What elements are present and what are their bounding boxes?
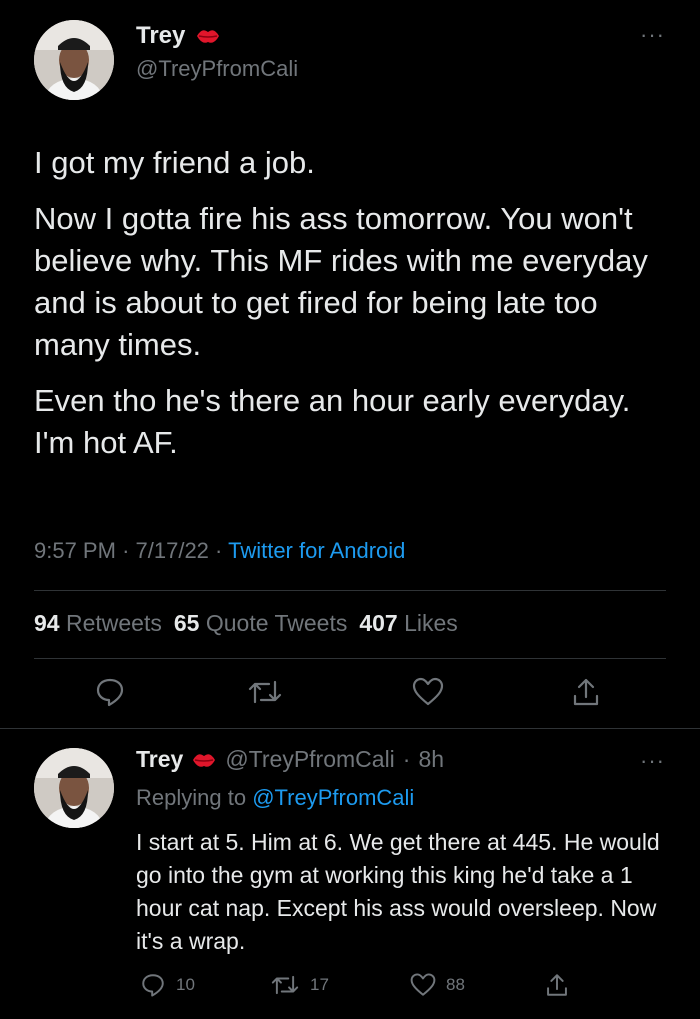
avatar[interactable] bbox=[34, 20, 114, 100]
retweet-icon bbox=[271, 975, 299, 995]
retweet-icon[interactable] bbox=[247, 676, 283, 708]
reply-author-name[interactable]: Trey bbox=[136, 746, 183, 773]
retweet-action[interactable]: 17 bbox=[270, 972, 329, 998]
tweet-text: I got my friend a job. Now I gotta fire … bbox=[34, 142, 674, 478]
reply-count: 10 bbox=[176, 975, 195, 994]
heart-icon[interactable] bbox=[412, 676, 444, 708]
like-count: 88 bbox=[446, 975, 465, 994]
tweet-actions bbox=[0, 676, 700, 716]
tweet-stats: 94 Retweets 65 Quote Tweets 407 Likes bbox=[34, 610, 458, 637]
separator: · bbox=[122, 538, 136, 563]
reply-action[interactable]: 10 bbox=[140, 972, 195, 998]
reply-header: Trey @TreyPfromCali · 8h bbox=[136, 746, 444, 773]
author-handle[interactable]: @TreyPfromCali bbox=[136, 56, 298, 82]
quotes-label: Quote Tweets bbox=[205, 610, 348, 636]
retweet-count: 17 bbox=[310, 975, 329, 994]
replying-prefix: Replying to bbox=[136, 785, 247, 810]
retweets-label: Retweets bbox=[65, 610, 162, 636]
tweet-paragraph: Even tho he's there an hour early everyd… bbox=[34, 383, 631, 460]
tweet-meta: 9:57 PM · 7/17/22 · Twitter for Android bbox=[34, 538, 405, 564]
share-icon bbox=[547, 974, 567, 996]
quotes-count: 65 bbox=[173, 610, 200, 636]
likes-label: Likes bbox=[404, 610, 458, 636]
likes-stat[interactable]: 407 Likes bbox=[359, 610, 457, 637]
reply-text: I start at 5. Him at 6. We get there at … bbox=[136, 829, 660, 954]
tweet-paragraph: I got my friend a job. bbox=[34, 145, 315, 180]
share-icon[interactable] bbox=[570, 676, 602, 708]
tweet-separator bbox=[0, 728, 700, 729]
divider bbox=[34, 658, 666, 659]
avatar-image bbox=[34, 20, 114, 100]
avatar-image bbox=[34, 748, 114, 828]
reply-icon[interactable] bbox=[94, 676, 126, 708]
reply-author-handle[interactable]: @TreyPfromCali bbox=[225, 746, 394, 773]
retweets-stat[interactable]: 94 Retweets bbox=[34, 610, 162, 637]
tweet-source[interactable]: Twitter for Android bbox=[228, 538, 405, 563]
kiss-lips-emoji-icon bbox=[197, 30, 220, 43]
separator: · bbox=[402, 746, 411, 772]
replying-handle[interactable]: @TreyPfromCali bbox=[252, 785, 414, 810]
more-dots-icon[interactable]: ··· bbox=[640, 24, 665, 46]
reply-icon bbox=[142, 974, 164, 997]
reply-avatar[interactable] bbox=[34, 748, 114, 828]
author-name[interactable]: Trey bbox=[136, 22, 185, 50]
retweets-count: 94 bbox=[34, 610, 60, 636]
like-action[interactable]: 88 bbox=[410, 972, 465, 998]
reply-time[interactable]: 8h bbox=[418, 746, 444, 773]
reply-actions: 10 17 88 bbox=[0, 972, 700, 1002]
tweet-date[interactable]: 7/17/22 bbox=[136, 538, 209, 563]
tweet-paragraph: Now I gotta fire his ass tomorrow. You w… bbox=[34, 201, 648, 362]
kiss-lips-emoji-icon bbox=[193, 753, 216, 767]
divider bbox=[34, 590, 666, 591]
replying-to: Replying to @TreyPfromCali bbox=[136, 785, 414, 811]
share-action[interactable] bbox=[544, 972, 570, 998]
separator: · bbox=[215, 538, 229, 563]
likes-count: 407 bbox=[359, 610, 398, 636]
quotes-stat[interactable]: 65 Quote Tweets bbox=[174, 610, 347, 637]
heart-icon bbox=[410, 973, 436, 996]
more-dots-icon[interactable]: ··· bbox=[640, 750, 665, 772]
tweet-time[interactable]: 9:57 PM bbox=[34, 538, 116, 563]
